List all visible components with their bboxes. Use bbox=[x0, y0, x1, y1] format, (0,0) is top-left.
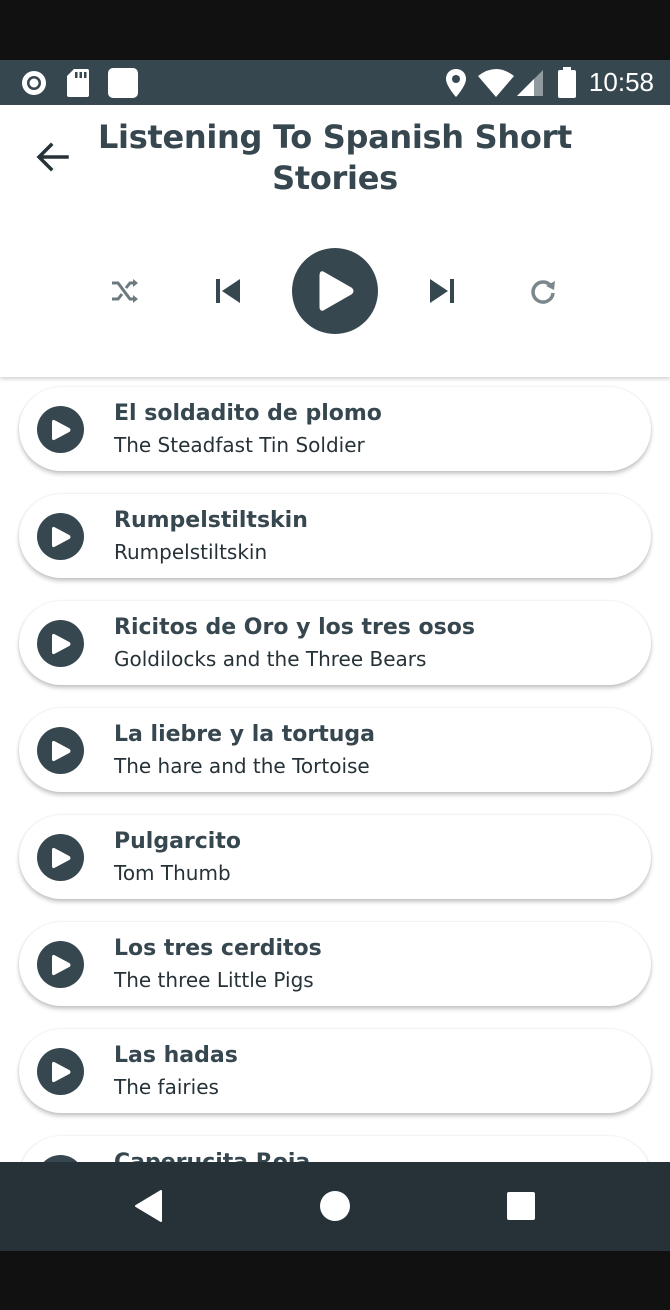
page-title: Listening To Spanish Short Stories bbox=[97, 118, 573, 197]
story-title: Los tres cerditos bbox=[114, 936, 322, 961]
arrow-left-icon bbox=[36, 142, 69, 172]
nav-home-button[interactable] bbox=[305, 1178, 365, 1234]
top-screen-border bbox=[0, 0, 670, 60]
story-title: Pulgarcito bbox=[114, 829, 241, 854]
next-button[interactable] bbox=[420, 269, 464, 313]
bottom-screen-border bbox=[0, 1251, 670, 1310]
sd-card-icon bbox=[64, 60, 92, 105]
navigation-bar bbox=[0, 1162, 670, 1251]
story-title: Caperucita Roja bbox=[114, 1150, 310, 1162]
story-subtitle: Goldilocks and the Three Bears bbox=[114, 647, 427, 671]
play-story-button[interactable] bbox=[37, 406, 84, 453]
play-story-button[interactable] bbox=[37, 513, 84, 560]
story-subtitle: Rumpelstiltskin bbox=[114, 540, 268, 564]
play-icon bbox=[51, 1061, 70, 1082]
skip-previous-icon bbox=[216, 279, 240, 303]
shuffle-icon bbox=[112, 279, 138, 303]
nav-recents-button[interactable] bbox=[491, 1178, 551, 1234]
story-subtitle: Tom Thumb bbox=[114, 861, 231, 885]
play-story-button[interactable] bbox=[37, 1155, 84, 1162]
story-item[interactable]: El soldadito de plomo The Steadfast Tin … bbox=[19, 387, 651, 471]
nav-recents-icon bbox=[507, 1192, 535, 1220]
story-item[interactable]: Pulgarcito Tom Thumb bbox=[19, 815, 651, 899]
story-item[interactable]: Caperucita Roja bbox=[19, 1136, 651, 1162]
record-icon bbox=[18, 60, 50, 105]
play-story-button[interactable] bbox=[37, 941, 84, 988]
app-screen: Listening To Spanish Short Stories El so… bbox=[0, 105, 670, 1162]
story-subtitle: The three Little Pigs bbox=[114, 968, 314, 992]
story-subtitle: The fairies bbox=[114, 1075, 219, 1099]
story-item[interactable]: Las hadas The fairies bbox=[19, 1029, 651, 1113]
location-icon bbox=[443, 60, 469, 105]
play-icon bbox=[51, 740, 70, 761]
status-bar: 10:58 bbox=[0, 60, 670, 105]
play-icon bbox=[51, 847, 70, 868]
signal-icon bbox=[516, 60, 544, 105]
previous-button[interactable] bbox=[206, 269, 250, 313]
repeat-icon bbox=[531, 280, 555, 304]
nav-home-icon bbox=[320, 1191, 350, 1221]
play-story-button[interactable] bbox=[37, 1048, 84, 1095]
story-item[interactable]: La liebre y la tortuga The hare and the … bbox=[19, 708, 651, 792]
play-button[interactable] bbox=[292, 248, 378, 334]
story-subtitle: The hare and the Tortoise bbox=[114, 754, 370, 778]
story-title: El soldadito de plomo bbox=[114, 401, 382, 426]
story-title: Rumpelstiltskin bbox=[114, 508, 308, 533]
story-list: El soldadito de plomo The Steadfast Tin … bbox=[0, 377, 670, 1162]
skip-next-icon bbox=[430, 279, 454, 303]
story-item[interactable]: Ricitos de Oro y los tres osos Goldilock… bbox=[19, 601, 651, 685]
play-story-button[interactable] bbox=[37, 834, 84, 881]
story-title: La liebre y la tortuga bbox=[114, 722, 376, 747]
play-icon bbox=[51, 954, 70, 975]
square-notification-icon bbox=[106, 60, 140, 105]
story-item[interactable]: Rumpelstiltskin Rumpelstiltskin bbox=[19, 494, 651, 578]
wifi-icon bbox=[478, 60, 514, 105]
battery-icon bbox=[556, 60, 578, 105]
play-story-button[interactable] bbox=[37, 727, 84, 774]
story-subtitle: The Steadfast Tin Soldier bbox=[114, 433, 365, 457]
story-title: Las hadas bbox=[114, 1043, 238, 1068]
player-controls bbox=[0, 248, 670, 334]
play-icon bbox=[319, 271, 354, 311]
shuffle-button[interactable] bbox=[104, 272, 146, 310]
status-time: 10:58 bbox=[588, 67, 654, 97]
nav-back-icon bbox=[135, 1190, 162, 1222]
story-item[interactable]: Los tres cerditos The three Little Pigs bbox=[19, 922, 651, 1006]
play-icon bbox=[51, 419, 70, 440]
nav-back-button[interactable] bbox=[119, 1178, 179, 1234]
play-icon bbox=[51, 526, 70, 547]
play-story-button[interactable] bbox=[37, 620, 84, 667]
player-header: Listening To Spanish Short Stories bbox=[0, 105, 670, 377]
repeat-button[interactable] bbox=[522, 271, 564, 311]
play-icon bbox=[51, 633, 70, 654]
story-title: Ricitos de Oro y los tres osos bbox=[114, 615, 475, 640]
back-button[interactable] bbox=[28, 135, 76, 179]
